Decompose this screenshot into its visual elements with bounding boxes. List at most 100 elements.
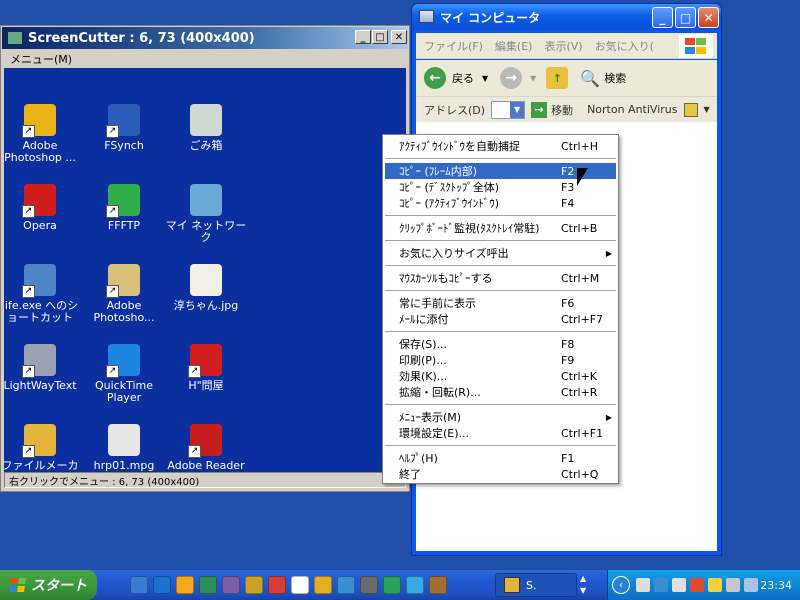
close-button[interactable]: ✕	[698, 7, 719, 28]
desktop-icon[interactable]: 淳ちゃん.jpg	[164, 264, 248, 312]
context-menu-item[interactable]: 終了 Ctrl+Q	[385, 466, 616, 482]
context-menu-item[interactable]: 環境設定(E)... Ctrl+F1	[385, 425, 616, 441]
desktop-icon[interactable]: FFFTP	[82, 184, 166, 232]
sunflower-icon	[22, 104, 56, 138]
context-menu-item[interactable]: ﾒﾆｭｰ表示(M) ▶	[385, 409, 616, 425]
desktop-icon[interactable]: FSynch	[82, 104, 166, 152]
menu-item-label: 環境設定(E)...	[399, 427, 470, 440]
back-arrow-icon[interactable]: ←	[424, 67, 446, 89]
close-button[interactable]: ✕	[391, 30, 407, 44]
context-menu-item[interactable]: ｸﾘｯﾌﾟﾎﾞｰﾄﾞ監視(ﾀｽｸﾄﾚｲ常駐) Ctrl+B	[385, 220, 616, 236]
search-icon[interactable]: 🔍	[580, 69, 600, 88]
status-bar: 右クリックでメニュー : 6, 73 (400x400)	[4, 472, 406, 488]
context-menu-item[interactable]: 印刷(P)... F9	[385, 352, 616, 368]
up-folder-icon[interactable]: ↑	[546, 67, 569, 89]
screencutter-window[interactable]: ScreenCutter : 6, 73 (400x400) _ □ ✕ メニュ…	[0, 25, 410, 492]
tray-expand-icon[interactable]: ‹	[612, 576, 630, 594]
desktop-icon[interactable]: Opera	[4, 184, 82, 232]
my-computer-titlebar[interactable]: マイ コンピュータ _ □ ✕	[412, 4, 721, 30]
menu-favorites[interactable]: お気に入り(	[595, 38, 654, 54]
search-button-label[interactable]: 検索	[604, 70, 626, 86]
context-menu-item[interactable]: 拡縮・回転(R)... Ctrl+R	[385, 384, 616, 400]
menu-item-label: ｸﾘｯﾌﾟﾎﾞｰﾄﾞ監視(ﾀｽｸﾄﾚｲ常駐)	[399, 222, 540, 235]
menu-item-shortcut: F1	[561, 451, 575, 465]
recycle-bin-icon	[190, 104, 222, 136]
maximize-button[interactable]: □	[372, 30, 388, 44]
volume-tray-icon[interactable]	[708, 578, 722, 592]
address-input[interactable]: ▼	[491, 100, 526, 119]
windows-logo-icon	[679, 34, 713, 58]
computer-icon	[419, 10, 434, 23]
chevron-down-icon[interactable]: ▼	[482, 74, 488, 83]
desktop-icon[interactable]: マイ ネットワーク	[164, 184, 248, 244]
go-button-label[interactable]: 移動	[551, 102, 573, 118]
desktop-icon[interactable]: Adobe Photosho...	[82, 264, 166, 324]
desktop-icon[interactable]: QuickTime Player	[82, 344, 166, 404]
jpg-file-icon	[190, 264, 222, 296]
quick-launch-icon[interactable]	[383, 576, 401, 594]
desktop-icon[interactable]: Adobe Reader 6.0	[164, 424, 248, 472]
messenger-tray-icon[interactable]	[672, 578, 686, 592]
menu-view[interactable]: 表示(V)	[544, 38, 582, 54]
menu-item[interactable]: メニュー(M)	[10, 51, 72, 67]
minimize-button[interactable]: _	[652, 7, 673, 28]
screencutter-titlebar[interactable]: ScreenCutter : 6, 73 (400x400) _ □ ✕	[2, 27, 408, 49]
context-menu-item[interactable]: ｱｸﾃｨﾌﾞｳｲﾝﾄﾞｳを自動捕捉 Ctrl+H	[385, 138, 616, 154]
quick-launch-icon[interactable]	[406, 576, 424, 594]
back-button-label[interactable]: 戻る	[452, 70, 474, 86]
menu-separator	[385, 158, 616, 159]
menu-file[interactable]: ファイル(F)	[424, 38, 483, 54]
desktop-icon[interactable]: LightWayText	[4, 344, 82, 392]
taskbar-button-screencutter[interactable]: S.	[495, 573, 577, 597]
context-menu-item[interactable]: ﾒｰﾙに添付 Ctrl+F7	[385, 311, 616, 327]
quick-launch-icon[interactable]	[429, 576, 447, 594]
norton-label[interactable]: Norton AntiVirus	[587, 103, 677, 116]
quick-launch-icon[interactable]	[291, 576, 309, 594]
desktop-icon[interactable]: life.exe へのショートカット	[4, 264, 82, 324]
quick-launch-icon[interactable]	[245, 576, 263, 594]
monitor-tray-icon[interactable]	[654, 578, 668, 592]
desktop-icon-label: LightWayText	[4, 379, 77, 392]
chevron-down-icon[interactable]: ▼	[510, 101, 525, 118]
quick-launch-icon[interactable]	[314, 576, 332, 594]
taskbar-scroll-buttons[interactable]: ▲ ▼	[580, 573, 592, 597]
address-bar: アドレス(D) ▼ → 移動 Norton AntiVirus ▼	[416, 97, 717, 122]
menu-item-label: 印刷(P)...	[399, 354, 447, 367]
screencutter-tray-icon[interactable]	[744, 578, 758, 592]
quick-launch-icon[interactable]	[176, 576, 194, 594]
quick-launch-icon[interactable]	[337, 576, 355, 594]
minimize-button[interactable]: _	[355, 30, 371, 44]
context-menu-item[interactable]: ﾏｳｽｶｰｿﾙもｺﾋﾟｰする Ctrl+M	[385, 270, 616, 286]
quick-launch-icon[interactable]	[268, 576, 286, 594]
desktop-icon-label: Adobe Reader 6.0	[167, 459, 245, 473]
start-button[interactable]: スタート	[0, 570, 97, 600]
context-menu-item[interactable]: 常に手前に表示 F6	[385, 295, 616, 311]
norton-icon[interactable]	[683, 102, 698, 117]
context-menu-item[interactable]: お気に入りサイズ呼出 ▶	[385, 245, 616, 261]
desktop-icon[interactable]: ごみ箱	[164, 104, 248, 152]
context-menu-item[interactable]: ﾍﾙﾌﾟ(H) F1	[385, 450, 616, 466]
quick-launch-icon[interactable]	[222, 576, 240, 594]
forward-arrow-icon[interactable]: →	[500, 67, 523, 89]
desktop-icon-label: マイ ネットワーク	[165, 219, 247, 244]
desktop-icon[interactable]: H"問屋	[164, 344, 248, 392]
context-menu-item[interactable]: 保存(S)... F8	[385, 336, 616, 352]
quick-launch-icon[interactable]	[130, 576, 148, 594]
network-tray-icon[interactable]	[636, 578, 650, 592]
chevron-down-icon[interactable]: ▼	[530, 74, 536, 83]
menu-edit[interactable]: 編集(E)	[495, 38, 533, 54]
norton-tray-icon[interactable]	[690, 578, 704, 592]
chevron-down-icon[interactable]: ▼	[704, 105, 710, 114]
desktop-icon[interactable]: Adobe Photoshop ...	[4, 104, 82, 164]
go-arrow-icon[interactable]: →	[531, 101, 548, 118]
desktop-icon[interactable]: ファイルメーカー Pro	[4, 424, 82, 472]
context-menu-item[interactable]: 効果(K)... Ctrl+K	[385, 368, 616, 384]
quick-launch-icon[interactable]	[360, 576, 378, 594]
photoshop-icon	[106, 264, 140, 298]
quick-launch-icon[interactable]	[199, 576, 217, 594]
desktop-icon[interactable]: hrp01.mpg	[82, 424, 166, 472]
maximize-button[interactable]: □	[675, 7, 696, 28]
context-menu-item[interactable]: ｺﾋﾟｰ (ｱｸﾃｨﾌﾞｳｲﾝﾄﾞｳ) F4	[385, 195, 616, 211]
safely-remove-tray-icon[interactable]	[726, 578, 740, 592]
quick-launch-icon[interactable]	[153, 576, 171, 594]
